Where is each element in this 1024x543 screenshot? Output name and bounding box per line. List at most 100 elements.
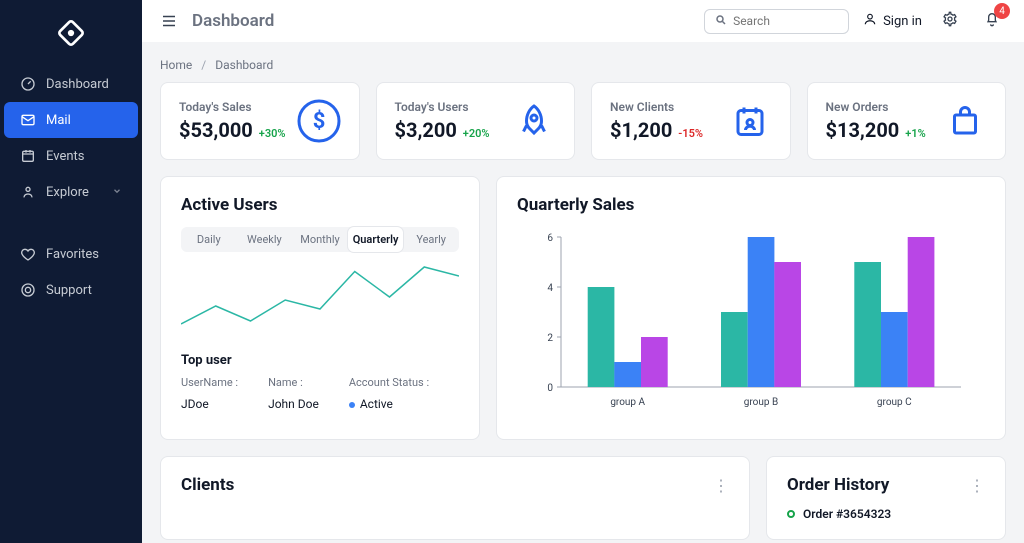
active-users-chart (181, 264, 459, 339)
heart-icon (20, 246, 36, 262)
sidebar-item-label: Support (46, 283, 92, 298)
sidebar-item-dashboard[interactable]: Dashboard (4, 66, 138, 102)
sidebar: Dashboard Mail Events Explore Favorites … (0, 0, 142, 543)
card-title: Order History (787, 475, 889, 495)
svg-text:4: 4 (547, 283, 553, 294)
more-icon[interactable]: ⋮ (713, 476, 729, 495)
quarterly-sales-card: Quarterly Sales 0 2 4 6 group A group B group … (496, 176, 1006, 440)
svg-text:$: $ (312, 109, 325, 134)
contact-icon (728, 99, 772, 143)
kpi-row: Today's Sales $53,000 +30% $ Today's Use… (160, 82, 1006, 160)
card-title: Clients (181, 475, 234, 495)
sidebar-item-mail[interactable]: Mail (4, 102, 138, 138)
svg-text:6: 6 (547, 233, 553, 244)
settings-button[interactable] (936, 7, 964, 35)
gauge-icon (20, 76, 36, 92)
status-label: Account Status : (349, 376, 429, 389)
sidebar-item-events[interactable]: Events (4, 138, 138, 174)
top-user-row: UserName : JDoe Name : John Doe Account … (181, 376, 459, 411)
sidebar-item-favorites[interactable]: Favorites (4, 236, 138, 272)
kpi-label: Today's Users (395, 100, 490, 114)
tab-quarterly[interactable]: Quarterly (348, 227, 404, 252)
signin-label: Sign in (883, 14, 922, 29)
clients-card: Clients ⋮ (160, 456, 750, 540)
notification-badge: 4 (994, 3, 1010, 19)
bag-icon (943, 99, 987, 143)
username-value: JDoe (181, 397, 238, 411)
svg-text:group B: group B (744, 397, 778, 408)
rocket-icon (512, 99, 556, 143)
signin-button[interactable]: Sign in (863, 12, 922, 30)
calendar-icon (20, 148, 36, 164)
kpi-delta: +20% (463, 127, 490, 140)
active-users-card: Active Users Daily Weekly Monthly Quarte… (160, 176, 480, 440)
order-item[interactable]: Order #3654323 (787, 507, 985, 521)
status-dot-icon (349, 402, 355, 408)
quarterly-sales-chart: 0 2 4 6 group A group B group C (517, 227, 985, 417)
order-history-card: Order History ⋮ Order #3654323 (766, 456, 1006, 540)
menu-toggle-icon[interactable] (160, 12, 178, 30)
sidebar-item-label: Mail (46, 113, 71, 128)
more-icon[interactable]: ⋮ (969, 476, 985, 495)
page-title: Dashboard (192, 11, 274, 31)
compass-icon (20, 184, 36, 200)
kpi-label: New Orders (826, 100, 926, 114)
tab-weekly[interactable]: Weekly (237, 227, 293, 252)
breadcrumb: Home / Dashboard (142, 42, 1024, 82)
dollar-icon: $ (297, 99, 341, 143)
lifebuoy-icon (20, 282, 36, 298)
kpi-label: Today's Sales (179, 100, 286, 114)
card-title: Active Users (181, 195, 459, 215)
user-icon (863, 12, 877, 30)
card-title: Quarterly Sales (517, 195, 985, 215)
top-user-title: Top user (181, 353, 459, 368)
username-label: UserName : (181, 376, 238, 389)
breadcrumb-current: Dashboard (215, 58, 273, 72)
notifications-button[interactable]: 4 (978, 7, 1006, 35)
content: Today's Sales $53,000 +30% $ Today's Use… (142, 82, 1024, 540)
sidebar-item-label: Dashboard (46, 77, 109, 92)
name-value: John Doe (268, 397, 319, 411)
kpi-label: New Clients (610, 100, 703, 114)
charts-row: Active Users Daily Weekly Monthly Quarte… (160, 176, 1006, 440)
status-value: Active (360, 397, 393, 411)
kpi-value: $53,000 (179, 118, 253, 142)
breadcrumb-sep: / (201, 58, 206, 72)
kpi-value: $1,200 (610, 118, 672, 142)
tab-monthly[interactable]: Monthly (292, 227, 348, 252)
search-field[interactable] (733, 14, 838, 28)
sidebar-item-label: Explore (46, 185, 89, 200)
status-dot-icon (787, 510, 795, 518)
kpi-users: Today's Users $3,200 +20% (376, 82, 576, 160)
kpi-value: $3,200 (395, 118, 457, 142)
breadcrumb-home[interactable]: Home (160, 58, 192, 72)
kpi-orders: New Orders $13,200 +1% (807, 82, 1007, 160)
range-tabs: Daily Weekly Monthly Quarterly Yearly (181, 227, 459, 252)
kpi-delta: +30% (259, 127, 286, 140)
search-icon (715, 14, 727, 29)
sidebar-item-label: Favorites (46, 247, 99, 262)
kpi-delta: +1% (905, 127, 925, 140)
kpi-sales: Today's Sales $53,000 +30% $ (160, 82, 360, 160)
chevron-down-icon (112, 185, 122, 200)
order-label: Order #3654323 (803, 507, 891, 521)
tab-yearly[interactable]: Yearly (403, 227, 459, 252)
kpi-delta: -15% (678, 127, 703, 140)
sidebar-item-support[interactable]: Support (4, 272, 138, 308)
svg-text:group C: group C (877, 397, 912, 408)
topbar: Dashboard Sign in 4 (142, 0, 1024, 42)
kpi-clients: New Clients $1,200 -15% (591, 82, 791, 160)
bottom-row: Clients ⋮ Order History ⋮ Order #3654323 (160, 456, 1006, 540)
search-input[interactable] (704, 9, 849, 34)
svg-text:group A: group A (610, 397, 645, 408)
main: Dashboard Sign in 4 Home / Dashboard Tod… (142, 0, 1024, 543)
sidebar-item-explore[interactable]: Explore (4, 174, 138, 210)
tab-daily[interactable]: Daily (181, 227, 237, 252)
logo (0, 10, 142, 56)
sidebar-item-label: Events (46, 149, 84, 164)
name-label: Name : (268, 376, 319, 389)
svg-text:0: 0 (547, 383, 553, 394)
gear-icon (942, 11, 958, 31)
mail-icon (20, 112, 36, 128)
svg-text:2: 2 (547, 333, 553, 344)
